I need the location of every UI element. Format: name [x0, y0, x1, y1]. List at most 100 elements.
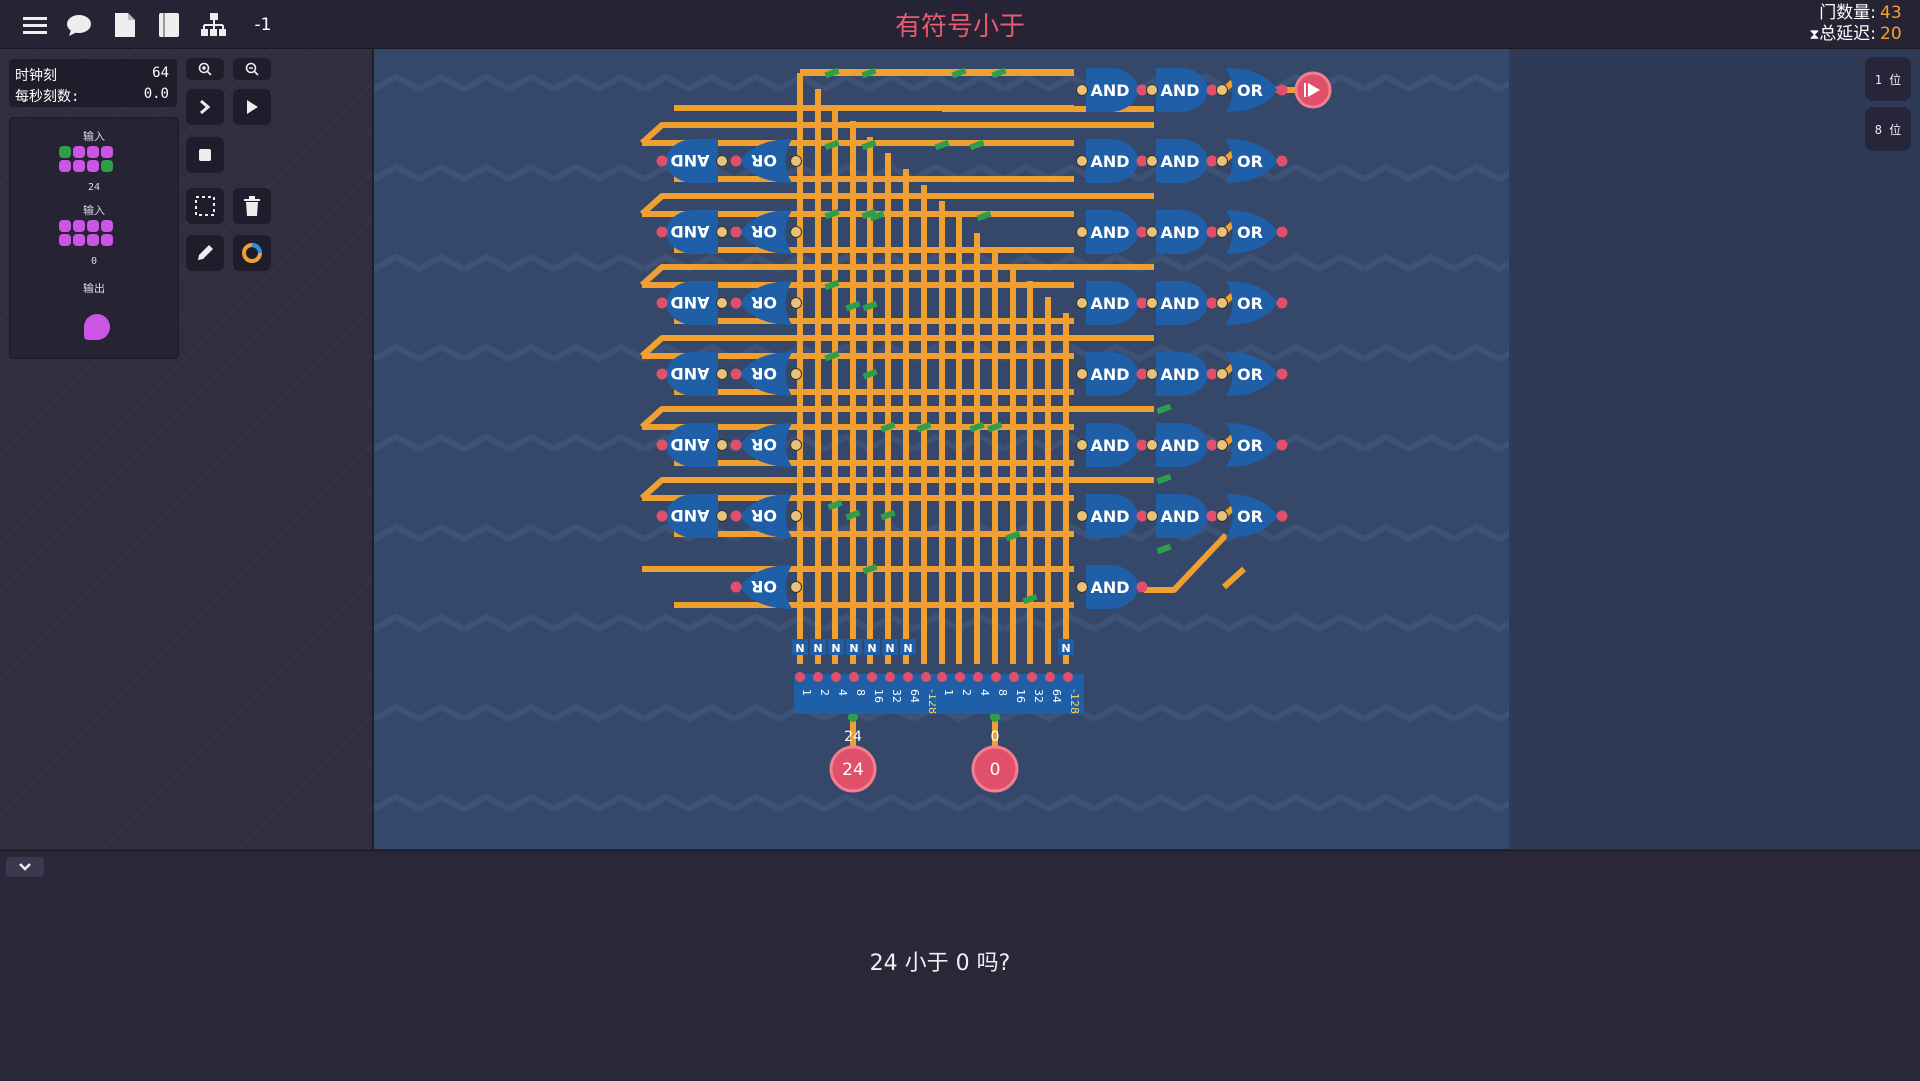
color-ring-icon [242, 243, 262, 263]
not-gate-label: N [1061, 642, 1070, 655]
pencil-button[interactable] [186, 235, 224, 271]
input-b-value: 0 [990, 760, 1001, 780]
and-gate-label: AND [1160, 365, 1199, 384]
zoom-out-icon [245, 62, 259, 76]
color-wheel-button[interactable] [233, 235, 271, 271]
input-b-bit-label: 8 [996, 689, 1009, 696]
play-icon [247, 100, 258, 114]
zoom-out-button[interactable] [233, 58, 271, 80]
input-b-bit-label: 1 [942, 689, 955, 696]
input-a-bit-label: 16 [872, 689, 885, 703]
and-gate-label: AND [1160, 152, 1199, 171]
not-gate-label: N [831, 642, 840, 655]
total-delay-row: ⧗总延迟: 20 [1809, 24, 1906, 46]
input-a-bit-label: 1 [800, 689, 813, 696]
zoom-in-button[interactable] [186, 58, 224, 80]
stop-button[interactable] [186, 137, 224, 173]
and-gate-label: AND [1160, 507, 1199, 526]
not-gate-label: N [867, 642, 876, 655]
page-title: 有符号小于 [894, 12, 1025, 42]
tps-label: 每秒刻数: [15, 89, 80, 105]
input-a-bit-label: 4 [836, 689, 849, 696]
and-gate-label: AND [670, 293, 709, 312]
and-gate-label: AND [670, 222, 709, 241]
or-gate-label: OR [751, 506, 777, 525]
gate-count-row: 门数量: 43 [1809, 3, 1906, 24]
component-panel: 输入 24 输入 0 输出 [9, 117, 179, 359]
input-b-bit-label: 32 [1032, 689, 1045, 703]
input2-component[interactable] [59, 220, 119, 250]
input-b-bit-label: 2 [960, 689, 973, 696]
and-gate-label: AND [670, 364, 709, 383]
collapse-button[interactable] [6, 857, 44, 877]
decoder-layer: 1 2 4 8 16 32 64 -128 1 2 4 8 16 32 64 -128 [794, 672, 1084, 714]
circuit-canvas[interactable]: AND AND OR AND AND OR AND OR AND AND OR AND OR AND AND… [372, 49, 1511, 849]
input-b-bit-label: 4 [978, 689, 991, 696]
zoom-in-icon [198, 62, 212, 76]
input1-component[interactable] [59, 146, 119, 176]
not-gate-label: N [903, 642, 912, 655]
or-gate-label: OR [1237, 436, 1263, 455]
input-b-bit-label: 16 [1014, 689, 1027, 703]
input-b-bit-label: 64 [1050, 689, 1063, 703]
and-gate-label: AND [1090, 507, 1129, 526]
gate-count-value: 43 [1880, 3, 1902, 23]
or-gate-label: OR [1237, 365, 1263, 384]
selection-icon [195, 196, 215, 216]
and-gate-label: AND [1160, 223, 1199, 242]
input-b-decoder[interactable]: 1 2 4 8 16 32 64 -128 [936, 672, 1084, 714]
not-gate-label: N [849, 642, 858, 655]
and-gate-label: AND [1090, 81, 1129, 100]
input-a-wire-label: 24 [844, 729, 862, 745]
trash-icon [244, 196, 260, 216]
select-button[interactable] [186, 188, 224, 224]
pencil-icon [198, 245, 213, 260]
and-gate-label: AND [1160, 81, 1199, 100]
hourglass-icon: ⧗ [1809, 27, 1820, 43]
and-gate-label: AND [1090, 365, 1129, 384]
circuit-stats: 门数量: 43 ⧗总延迟: 20 [1809, 3, 1906, 46]
or-gate-label: OR [751, 151, 777, 170]
and-gate-label: AND [1090, 578, 1129, 597]
or-gate-label: OR [1237, 507, 1263, 526]
chevron-right-icon [200, 99, 211, 115]
input-a-decoder[interactable]: 1 2 4 8 16 32 64 -128 [794, 672, 942, 714]
input2-label: 输入 [83, 204, 105, 217]
circuit-diagram[interactable]: AND AND OR AND AND OR AND OR AND AND OR AND OR AND AND… [374, 49, 1509, 849]
right-canvas-area [1509, 49, 1920, 849]
delete-button[interactable] [233, 188, 271, 224]
tick-label: 时钟刻 [15, 68, 57, 84]
output-component[interactable] [84, 314, 110, 340]
chevron-down-icon [19, 863, 31, 871]
input-b-bit-label: -128 [1068, 689, 1081, 714]
input1-label: 输入 [83, 130, 105, 143]
not-gate-label: N [813, 642, 822, 655]
total-delay-label: 总延迟: [1819, 24, 1876, 44]
and-gate-label: AND [670, 435, 709, 454]
input-a-bit-label: 32 [890, 689, 903, 703]
left-sidebar: 时钟刻 64 每秒刻数: 0.0 输入 24 输入 0 输出 [0, 49, 372, 849]
and-gate-label: AND [1090, 294, 1129, 313]
bit-1-button[interactable]: 1 位 [1865, 57, 1911, 101]
output-label: 输出 [83, 282, 105, 295]
and-gate-label: AND [670, 506, 709, 525]
or-gate-label: OR [751, 293, 777, 312]
bit-8-button[interactable]: 8 位 [1865, 107, 1911, 151]
input-a-bit-label: 2 [818, 689, 831, 696]
input-a-bit-label: 8 [854, 689, 867, 696]
bottom-panel: 24 小于 0 吗? [0, 850, 1920, 1081]
or-gate-label: OR [1237, 152, 1263, 171]
clock-panel: 时钟刻 64 每秒刻数: 0.0 [9, 59, 177, 107]
level-question: 24 小于 0 吗? [869, 951, 1011, 976]
or-gate-label: OR [751, 364, 777, 383]
stop-icon [199, 149, 211, 161]
step-button[interactable] [186, 89, 224, 125]
and-gate-label: AND [1090, 152, 1129, 171]
top-bar: -1 有符号小于 门数量: 43 ⧗总延迟: 20 [0, 0, 1920, 49]
input2-value: 0 [90, 256, 98, 267]
tick-value: 64 [152, 65, 169, 81]
play-button[interactable] [233, 89, 271, 125]
input-a-bit-label: 64 [908, 689, 921, 703]
input-b-wire-label: 0 [991, 729, 1000, 745]
and-gate-label: AND [1090, 436, 1129, 455]
